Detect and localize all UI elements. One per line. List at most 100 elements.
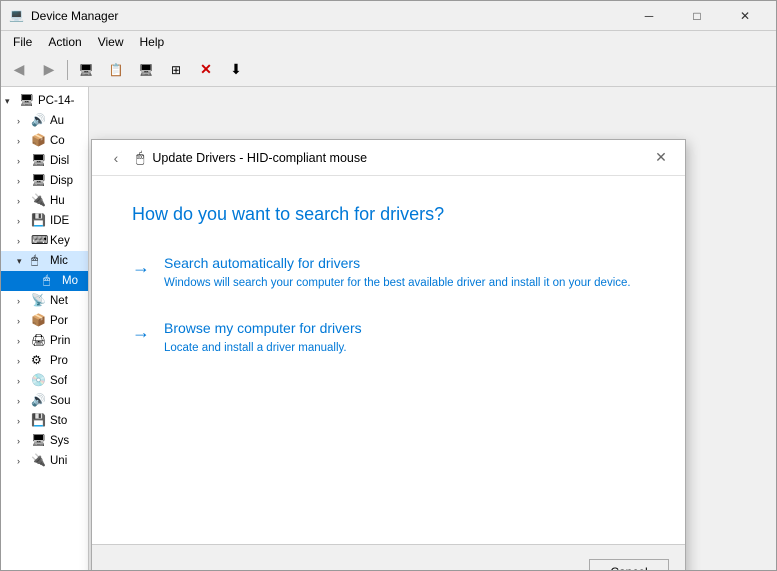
menu-action[interactable]: Action — [40, 33, 89, 51]
search-auto-title: Search automatically for drivers — [164, 255, 631, 271]
sto-icon: 💾 — [31, 413, 47, 429]
search-auto-desc: Windows will search your computer for th… — [164, 275, 631, 292]
audio-icon: 🔊 — [31, 113, 47, 129]
menu-bar: File Action View Help — [1, 31, 776, 53]
dialog-title-icon: 🖱 — [136, 149, 144, 166]
por-expand-icon: › — [17, 316, 31, 326]
menu-view[interactable]: View — [90, 33, 132, 51]
tree-item-prin[interactable]: › 🖨 Prin — [1, 331, 88, 351]
mic-label: Mic — [50, 255, 68, 267]
disl-expand-icon: › — [17, 156, 31, 166]
tree-item-hu[interactable]: › 🔌 Hu — [1, 191, 88, 211]
toolbar-back-button[interactable]: ◀ — [5, 57, 33, 83]
pro-label: Pro — [50, 355, 68, 367]
ide-label: IDE — [50, 215, 69, 227]
tree-item-sou[interactable]: › 🔊 Sou — [1, 391, 88, 411]
disp-expand-icon: › — [17, 176, 31, 186]
update-drivers-dialog: ‹ 🖱 Update Drivers - HID-compliant mouse… — [91, 139, 686, 570]
tree-item-uni[interactable]: › 🔌 Uni — [1, 451, 88, 471]
tree-item-disl[interactable]: › 🖥 Disl — [1, 151, 88, 171]
hu-icon: 🔌 — [31, 193, 47, 209]
uni-icon: 🔌 — [31, 453, 47, 469]
dialog-title-bar: ‹ 🖱 Update Drivers - HID-compliant mouse… — [92, 140, 685, 176]
sys-expand-icon: › — [17, 436, 31, 446]
tree-item-sys[interactable]: › 🖥 Sys — [1, 431, 88, 451]
tree-item-mo[interactable]: 🖱 Mo — [1, 271, 88, 291]
toolbar-properties-button[interactable]: 🖥 — [72, 57, 100, 83]
browse-content: Browse my computer for drivers Locate an… — [164, 320, 362, 357]
ide-icon: 💾 — [31, 213, 47, 229]
disl-label: Disl — [50, 155, 69, 167]
minimize-button[interactable]: ─ — [626, 6, 672, 26]
mo-label: Mo — [62, 275, 78, 287]
toolbar-install-button[interactable]: ⬇ — [222, 57, 250, 83]
sto-label: Sto — [50, 415, 67, 427]
hu-label: Hu — [50, 195, 65, 207]
toolbar-add-legacy-button[interactable]: ⊞ — [162, 57, 190, 83]
keyboard-icon: ⌨ — [31, 233, 47, 249]
sof-label: Sof — [50, 375, 67, 387]
dialog-body: How do you want to search for drivers? →… — [92, 176, 685, 544]
tree-item-por[interactable]: › 📦 Por — [1, 311, 88, 331]
sou-label: Sou — [50, 395, 70, 407]
browse-title: Browse my computer for drivers — [164, 320, 362, 336]
sof-expand-icon: › — [17, 376, 31, 386]
dialog-close-button[interactable]: ✕ — [649, 146, 673, 170]
pro-icon: ⚙ — [31, 353, 47, 369]
co-label: Co — [50, 135, 65, 147]
cancel-button[interactable]: Cancel — [589, 559, 669, 571]
tree-item-co[interactable]: › 📦 Co — [1, 131, 88, 151]
search-auto-arrow-icon: → — [132, 257, 150, 278]
tree-item-sto[interactable]: › 💾 Sto — [1, 411, 88, 431]
prin-label: Prin — [50, 335, 70, 347]
toolbar: ◀ ▶ 🖥 📋 🖥 ⊞ ✕ ⬇ — [1, 53, 776, 87]
title-bar: 💻 Device Manager ─ □ ✕ — [1, 1, 776, 31]
au-label: Au — [50, 115, 64, 127]
net-label: Net — [50, 295, 68, 307]
dialog-heading: How do you want to search for drivers? — [132, 204, 645, 225]
tree-root[interactable]: ▾ 🖥 PC-14- — [1, 91, 88, 111]
tree-item-net[interactable]: › 📡 Net — [1, 291, 88, 311]
title-bar-left: 💻 Device Manager — [9, 8, 118, 24]
au-expand-icon: › — [17, 116, 31, 126]
computer-icon: 🖥 — [19, 93, 35, 109]
tree-item-au[interactable]: › 🔊 Au — [1, 111, 88, 131]
search-auto-content: Search automatically for drivers Windows… — [164, 255, 631, 292]
toolbar-uninstall-button[interactable]: ✕ — [192, 57, 220, 83]
key-expand-icon: › — [17, 236, 31, 246]
sto-expand-icon: › — [17, 416, 31, 426]
toolbar-scan-button[interactable]: 🖥 — [132, 57, 160, 83]
mic-expand-icon: ▾ — [17, 256, 31, 267]
dialog-back-button[interactable]: ‹ — [104, 146, 128, 170]
key-label: Key — [50, 235, 70, 247]
dialog-title-left: ‹ 🖱 Update Drivers - HID-compliant mouse — [104, 146, 367, 170]
search-automatically-option[interactable]: → Search automatically for drivers Windo… — [132, 255, 645, 292]
net-expand-icon: › — [17, 296, 31, 306]
window-title: Device Manager — [31, 9, 118, 23]
tree-item-pro[interactable]: › ⚙ Pro — [1, 351, 88, 371]
net-icon: 📡 — [31, 293, 47, 309]
ide-expand-icon: › — [17, 216, 31, 226]
tree-item-mic[interactable]: ▾ 🖱 Mic — [1, 251, 88, 271]
tree-item-sof[interactable]: › 💿 Sof — [1, 371, 88, 391]
mo-icon: 🖱 — [43, 273, 59, 289]
menu-help[interactable]: Help — [132, 33, 173, 51]
prin-icon: 🖨 — [31, 333, 47, 349]
tree-item-disp[interactable]: › 🖥 Disp — [1, 171, 88, 191]
toolbar-forward-button[interactable]: ▶ — [35, 57, 63, 83]
sou-icon: 🔊 — [31, 393, 47, 409]
pro-expand-icon: › — [17, 356, 31, 366]
app-icon: 💻 — [9, 8, 25, 24]
device-tree-sidebar[interactable]: ▾ 🖥 PC-14- › 🔊 Au › 📦 Co › 🖥 Disl › — [1, 87, 89, 570]
por-icon: 📦 — [31, 313, 47, 329]
tree-item-ide[interactable]: › 💾 IDE — [1, 211, 88, 231]
menu-file[interactable]: File — [5, 33, 40, 51]
browse-computer-option[interactable]: → Browse my computer for drivers Locate … — [132, 320, 645, 357]
disl-icon: 🖥 — [31, 153, 47, 169]
disp-label: Disp — [50, 175, 73, 187]
tree-item-key[interactable]: › ⌨ Key — [1, 231, 88, 251]
co-expand-icon: › — [17, 136, 31, 146]
close-window-button[interactable]: ✕ — [722, 6, 768, 26]
maximize-button[interactable]: □ — [674, 6, 720, 26]
toolbar-update-driver-button[interactable]: 📋 — [102, 57, 130, 83]
